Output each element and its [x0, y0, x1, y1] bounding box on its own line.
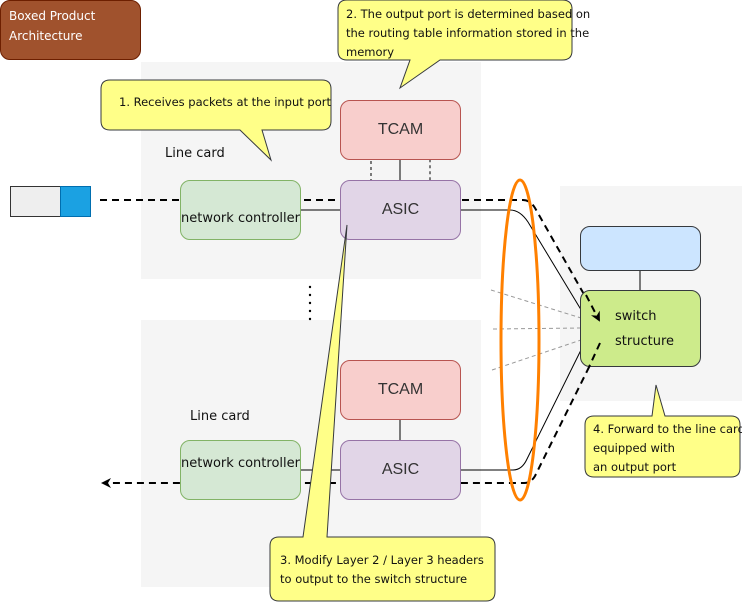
- switch-label-1: switch: [615, 308, 657, 324]
- asic-bottom-label: ASIC: [381, 461, 420, 478]
- vertical-ellipsis-icon: [308, 285, 312, 321]
- fan-line-1: [490, 289, 582, 319]
- callout-step1-text: 1. Receives packets at the input port: [119, 93, 331, 112]
- asic-bottom[interactable]: ASIC: [340, 440, 461, 500]
- tcam-top[interactable]: TCAM: [340, 100, 461, 160]
- callout-step4-line-3: an output port: [593, 460, 677, 474]
- line-card-label-top: Line card: [165, 146, 225, 161]
- fan-line-3: [491, 339, 582, 371]
- callout-step2-line-2: the routing table information stored in …: [346, 26, 590, 40]
- callout-step3-text: 3. Modify Layer 2 / Layer 3 headers to o…: [280, 551, 484, 589]
- backplane-highlight-ellipse: [499, 178, 541, 502]
- callout-step3-line-2: to output to the switch structure: [280, 572, 468, 586]
- network-controller-bottom-label: network controller: [181, 456, 300, 471]
- callout-step1-line-1: 1. Receives packets at the input port: [119, 95, 331, 109]
- line-card-label-bottom: Line card: [190, 409, 250, 424]
- callout-step2-text: 2. The output port is determined based o…: [346, 5, 590, 62]
- fan-line-2: [492, 327, 582, 330]
- callout-step4-line-1: 4. Forward to the line card: [593, 422, 742, 436]
- callout-step2-line-1: 2. The output port is determined based o…: [346, 7, 591, 21]
- network-controller-top-label: network controller: [181, 210, 300, 226]
- switch-structure[interactable]: switch structure: [580, 290, 701, 367]
- switch-label-2: structure: [615, 333, 674, 349]
- network-controller-top[interactable]: network controller: [180, 180, 301, 240]
- network-controller-bottom[interactable]: network controller: [180, 440, 301, 500]
- callout-step4-text: 4. Forward to the line card equipped wit…: [593, 420, 742, 477]
- asic-top-label: ASIC: [381, 201, 420, 218]
- asic-top[interactable]: ASIC: [340, 180, 461, 240]
- tcam-top-label: TCAM: [377, 121, 424, 138]
- packet-icon: [10, 186, 91, 217]
- fabric-module[interactable]: [580, 226, 701, 271]
- tcam-bottom-label: TCAM: [377, 381, 424, 398]
- callout-step3-line-1: 3. Modify Layer 2 / Layer 3 headers: [280, 553, 484, 567]
- link-asic-switch-bottom: [461, 349, 582, 471]
- callout-step4-line-2: equipped with: [593, 441, 675, 455]
- tcam-bottom[interactable]: TCAM: [340, 360, 461, 420]
- callout-step2-line-3: memory: [346, 45, 395, 59]
- packet-head: [60, 186, 91, 217]
